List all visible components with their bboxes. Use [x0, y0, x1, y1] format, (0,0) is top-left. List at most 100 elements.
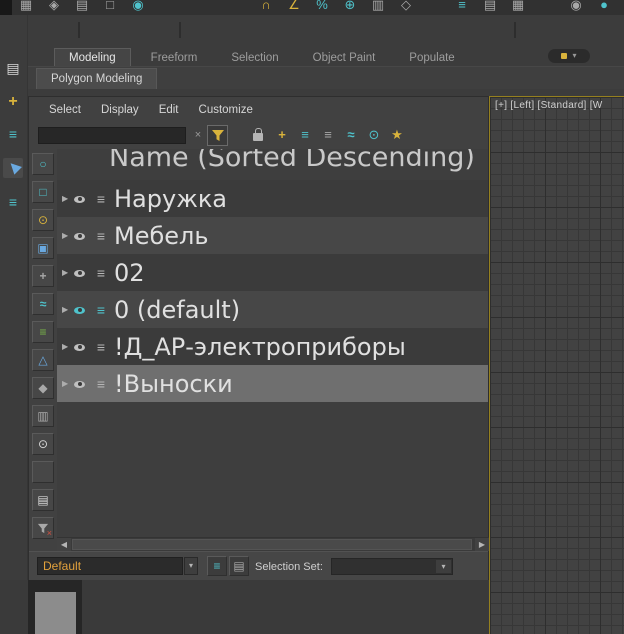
expand-arrow-icon[interactable]: ▶ — [62, 231, 72, 240]
ribbon-tab-selection[interactable]: Selection — [217, 49, 292, 67]
rectangular-selection-icon[interactable]: □ — [96, 0, 124, 15]
layer-row-current[interactable]: ▶ ≡ 0 (default) — [57, 291, 488, 328]
display-containers-button[interactable]: ▥ — [32, 405, 54, 427]
menu-customize[interactable]: Customize — [189, 104, 263, 116]
selection-filter-icon[interactable]: ▦ — [12, 0, 40, 15]
expand-arrow-icon[interactable]: ▶ — [62, 342, 72, 351]
display-shapes-button[interactable]: □ — [32, 181, 54, 203]
ribbon-tab-populate[interactable]: Populate — [395, 49, 468, 67]
clear-search-icon[interactable]: × — [191, 128, 205, 142]
layer-row-selected[interactable]: ▶ ≡ !Выноски — [57, 365, 488, 402]
lock-cell-editing-icon[interactable] — [253, 128, 263, 141]
layer-row[interactable]: ▶ ≡ 02 — [57, 254, 488, 291]
display-helpers-button[interactable]: + — [32, 265, 54, 287]
visibility-toggle[interactable] — [74, 375, 90, 393]
align-icon[interactable]: ≡ — [448, 0, 476, 15]
ribbon-tab-modeling[interactable]: Modeling — [54, 48, 131, 67]
layer-name[interactable]: 0 (default) — [114, 296, 240, 324]
ribbon-tab-freeform[interactable]: Freeform — [137, 49, 212, 67]
display-space-warps-button[interactable]: ≈ — [32, 293, 54, 315]
layer-name[interactable]: !Д_АР-электроприборы — [114, 333, 406, 361]
display-cameras-button[interactable]: ▣ — [32, 237, 54, 259]
expand-arrow-icon[interactable]: ▶ — [62, 194, 72, 203]
expand-arrow-icon[interactable]: ▶ — [62, 268, 72, 277]
angle-snap-icon[interactable]: ∠ — [280, 0, 308, 15]
window-crossing-icon[interactable]: ◉ — [124, 0, 152, 15]
scroll-left-button[interactable]: ◀ — [57, 538, 71, 551]
layer-name[interactable]: 02 — [114, 259, 145, 287]
percent-snap-icon[interactable]: % — [308, 0, 336, 15]
column-chooser-button[interactable]: ▤ — [32, 489, 54, 511]
ribbon-tab-object-paint[interactable]: Object Paint — [299, 49, 390, 67]
display-bones-button[interactable]: △ — [32, 349, 54, 371]
menu-select[interactable]: Select — [39, 104, 91, 116]
blank-toggle-button[interactable] — [32, 461, 54, 483]
current-layer-combo[interactable]: Default — [37, 557, 183, 575]
layer-name[interactable]: !Выноски — [114, 370, 233, 398]
layer-name[interactable]: Наружка — [114, 185, 227, 213]
render-setup-icon[interactable]: ● — [590, 0, 618, 15]
display-materials-button[interactable]: ◆ — [32, 377, 54, 399]
layer-row[interactable]: ▶ ≡ !Д_АР-электроприборы — [57, 328, 488, 365]
pick-object-layer-icon[interactable]: ⊙ — [365, 126, 383, 144]
ribbon-minimize-button[interactable]: ▾ — [548, 49, 590, 63]
visibility-toggle[interactable] — [74, 301, 90, 319]
move-gizmo-icon[interactable]: + — [3, 92, 23, 112]
layer-name[interactable]: Мебель — [114, 222, 209, 250]
expand-arrow-icon[interactable]: ▶ — [62, 305, 72, 314]
search-input[interactable] — [38, 127, 186, 144]
scene-explorer-toggle-icon[interactable]: ▤ — [476, 0, 504, 15]
layer-properties-icon[interactable]: ★ — [388, 126, 406, 144]
main-toolbar: ▦ ◈ ▤ □ ◉ ∩ ∠ % ⊕ ▥ ◇ ≡ ▤ ▦ ◉ ● — [0, 0, 624, 15]
menu-edit[interactable]: Edit — [149, 104, 189, 116]
create-new-layer-icon[interactable]: + — [273, 126, 291, 144]
layers-dock-icon[interactable]: ≡ — [3, 124, 23, 144]
viewport-left[interactable]: [+] [Left] [Standard] [W — [489, 96, 624, 634]
select-layer-objects-icon[interactable]: ≈ — [342, 126, 360, 144]
selection-set-label: Selection Set: — [255, 561, 323, 573]
add-to-new-layer-icon[interactable]: ≡ — [296, 126, 314, 144]
select-by-name-icon[interactable]: ▤ — [68, 0, 96, 15]
select-cursor-icon[interactable]: ▶ — [3, 158, 23, 178]
selection-set-dropdown-arrow[interactable]: ▾ — [436, 560, 451, 573]
visibility-toggle[interactable] — [74, 338, 90, 356]
layer-row[interactable]: ▶ ≡ Наружка — [57, 180, 488, 217]
visibility-toggle[interactable] — [74, 227, 90, 245]
explorer-bottom-bar: Default ▾ ≡ ▤ Selection Set: ▾ — [29, 551, 488, 581]
curve-editor-icon[interactable]: ◉ — [562, 0, 590, 15]
horizontal-scrollbar[interactable]: ◀ ▶ — [57, 537, 489, 551]
selection-set-dropdown[interactable]: ▾ — [331, 558, 453, 575]
display-layers-button[interactable]: ≡ — [32, 321, 54, 343]
open-layer-explorer-button[interactable]: ≡ — [207, 556, 227, 576]
select-object-icon[interactable]: ◈ — [40, 0, 68, 15]
visibility-toggle[interactable] — [74, 190, 90, 208]
layer-row[interactable]: ▶ ≡ Мебель — [57, 217, 488, 254]
dock-separator — [78, 22, 80, 38]
menu-display[interactable]: Display — [91, 104, 149, 116]
current-layer-combo-arrow[interactable]: ▾ — [184, 557, 198, 575]
layer-icon: ≡ — [96, 338, 106, 355]
filter-funnel-button[interactable] — [207, 125, 228, 146]
spinner-snap-icon[interactable]: ⊕ — [336, 0, 364, 15]
layer-explorer-toggle-icon[interactable]: ▦ — [504, 0, 532, 15]
viewport-label[interactable]: [+] [Left] [Standard] [W — [495, 100, 623, 111]
visibility-toggle[interactable] — [74, 264, 90, 282]
display-frozen-button[interactable]: ⊙ — [32, 433, 54, 455]
scene-explorer-dock-icon[interactable]: ▤ — [3, 58, 23, 78]
make-current-layer-icon[interactable]: ≡ — [319, 126, 337, 144]
expand-arrow-icon[interactable]: ▶ — [62, 379, 72, 388]
scrollbar-thumb[interactable] — [72, 539, 472, 550]
layers-dock-icon-2[interactable]: ≡ — [3, 192, 23, 212]
named-selection-sets-icon[interactable]: ▥ — [364, 0, 392, 15]
display-geometry-button[interactable]: ○ — [32, 153, 54, 175]
eye-icon — [74, 380, 85, 388]
subtab-polygon-modeling[interactable]: Polygon Modeling — [36, 68, 158, 89]
scroll-right-button[interactable]: ▶ — [475, 538, 489, 551]
name-column-header[interactable]: Name (Sorted Descending) — [109, 149, 475, 180]
display-lights-button[interactable]: ⊙ — [32, 209, 54, 231]
snaps-toggle-icon[interactable]: ∩ — [252, 0, 280, 15]
clear-filter-button[interactable]: × — [32, 517, 54, 539]
mirror-icon[interactable]: ◇ — [392, 0, 420, 15]
add-layer-button[interactable]: ▤ — [229, 556, 249, 576]
